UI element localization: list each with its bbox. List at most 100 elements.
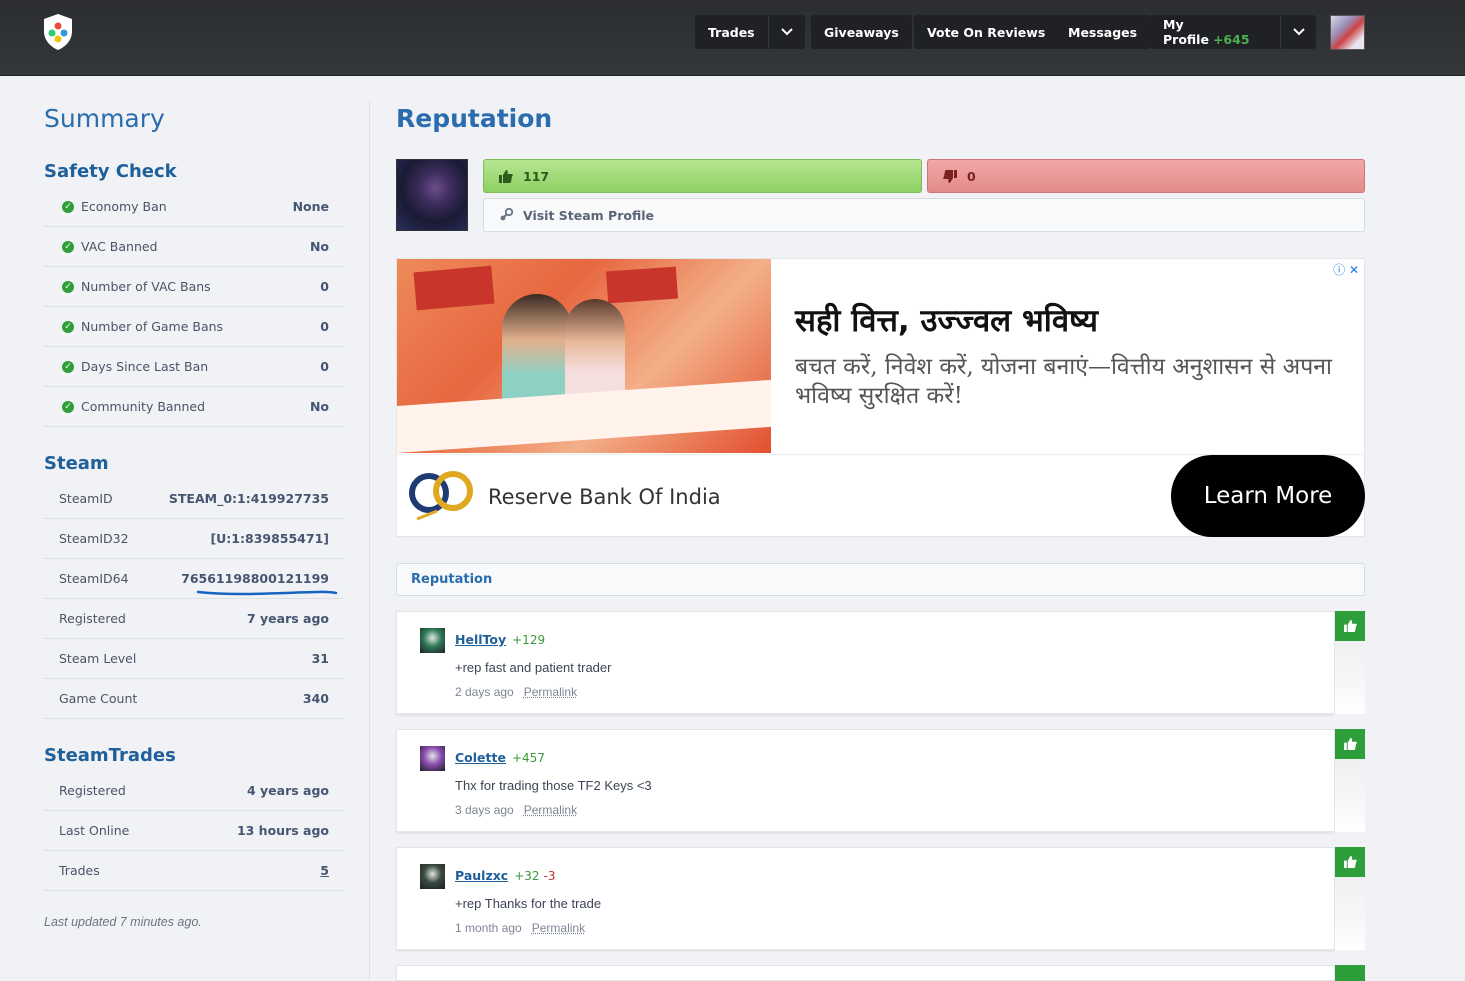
check-circle-icon: ✓ (62, 320, 74, 333)
info-row-value: 13 hours ago (236, 823, 329, 838)
negative-count: 0 (967, 168, 976, 184)
row-label-text: Game Count (59, 691, 138, 706)
permalink-link[interactable]: Permalink (524, 803, 577, 817)
review-text: +rep fast and patient trader (455, 660, 612, 675)
ad-image[interactable] (397, 259, 771, 453)
info-row-label: Steam Level (44, 651, 312, 666)
positive-reputation-bar[interactable]: 117 (483, 159, 922, 193)
reputation-list-header: Reputation (396, 563, 1365, 596)
info-row-value: 4 years ago (246, 783, 329, 798)
ad-info-close-icon[interactable]: ⓘ ✕ (1333, 261, 1359, 278)
info-row: Last Online 13 hours ago (44, 811, 344, 851)
review-card: Paulzxc +32 -3 +rep Thanks for the trade 1 m… (396, 847, 1335, 950)
thumbs-up-icon (1343, 738, 1357, 750)
review-card (396, 965, 1335, 981)
nav-giveaways[interactable]: Giveaways (811, 15, 912, 49)
visit-steam-profile-button[interactable]: Visit Steam Profile (483, 198, 1365, 232)
row-label-text: Trades (59, 863, 100, 878)
review-card: Colette +457 Thx for trading those TF2 Key… (396, 729, 1335, 832)
info-row-label: ✓ Community Banned (44, 399, 310, 414)
chevron-down-icon[interactable] (1280, 15, 1316, 49)
steam-heading: Steam (44, 453, 109, 474)
reviewer-name[interactable]: Colette (455, 750, 506, 765)
permalink-link[interactable]: Permalink (524, 685, 577, 699)
info-row-label: ✓ VAC Banned (44, 239, 310, 254)
negative-reputation-bar[interactable]: 0 (927, 159, 1365, 193)
row-label-text: SteamID64 (59, 571, 129, 586)
nav-messages-label: Messages (1068, 24, 1138, 40)
reviewer-line: Paulzxc +32 -3 (455, 868, 556, 883)
user-avatar[interactable] (1330, 15, 1365, 50)
info-row: SteamID STEAM_0:1:419927735 (44, 479, 344, 519)
vote-badge-tail (1335, 641, 1365, 714)
nav-my-profile[interactable]: My Profile +645 (1150, 15, 1316, 49)
row-label-text: SteamID (59, 491, 113, 506)
info-row-value: 76561198800121199 (181, 571, 329, 586)
check-circle-icon: ✓ (62, 200, 74, 213)
review-text: +rep Thanks for the trade (455, 896, 602, 911)
advertisement[interactable]: ⓘ ✕ सही वित्त, उज्ज्वल भविष्य बचत करें, … (396, 258, 1366, 537)
review-date: 3 days ago (455, 803, 514, 817)
row-label-text: Last Online (59, 823, 130, 838)
info-row-value: 0 (320, 279, 329, 294)
info-row-label: SteamID (44, 491, 169, 506)
info-row-label: ✓ Number of Game Bans (44, 319, 320, 334)
positive-count: 117 (523, 168, 550, 184)
info-row-value: STEAM_0:1:419927735 (168, 491, 329, 506)
info-row-label: ✓ Number of VAC Bans (44, 279, 320, 294)
permalink-link[interactable]: Permalink (532, 921, 585, 935)
positive-vote-badge (1335, 729, 1365, 759)
ad-headline[interactable]: सही वित्त, उज्ज्वल भविष्य (795, 299, 1098, 341)
reviewer-name[interactable]: HellToy (455, 632, 506, 647)
learn-more-button[interactable]: Learn More (1171, 455, 1365, 537)
review-meta: 2 days ago Permalink (455, 685, 577, 699)
info-row-label: Trades (44, 863, 320, 878)
row-label-text: Economy Ban (81, 199, 167, 214)
reviewer-negative: -3 (543, 869, 556, 883)
reviewer-avatar[interactable] (420, 864, 445, 889)
row-label-text: Registered (59, 611, 126, 626)
review-meta: 1 month ago Permalink (455, 921, 585, 935)
info-row-label: ✓ Days Since Last Ban (44, 359, 320, 374)
column-divider (369, 100, 370, 981)
nav-trades[interactable]: Trades (695, 15, 805, 49)
info-row-value: 31 (311, 651, 329, 666)
info-row: ✓ Community Banned No (44, 387, 344, 427)
positive-vote-badge (1335, 611, 1365, 641)
review-card: HellToy +129 +rep fast and patient trader 2… (396, 611, 1335, 714)
info-row-label: ✓ Economy Ban (44, 199, 293, 214)
info-row-label: Registered (44, 611, 247, 626)
positive-vote-badge (1335, 847, 1365, 877)
check-circle-icon: ✓ (62, 280, 74, 293)
check-circle-icon: ✓ (62, 240, 74, 253)
thumbs-up-icon (1343, 620, 1357, 632)
info-row-value: 340 (302, 691, 329, 706)
row-label-text: VAC Banned (81, 239, 158, 254)
top-header: Trades Giveaways Vote On Reviews Message… (0, 0, 1465, 76)
info-row: Steam Level 31 (44, 639, 344, 679)
info-row: ✓ Economy Ban None (44, 187, 344, 227)
thumbs-up-icon (499, 169, 513, 183)
ad-brand[interactable]: Reserve Bank Of India (488, 485, 721, 509)
nav-messages[interactable]: Messages (1055, 15, 1151, 49)
chevron-down-icon[interactable] (767, 15, 805, 49)
info-row-value: No (309, 239, 329, 254)
reviewer-avatar[interactable] (420, 746, 445, 771)
info-row: Trades 5 (44, 851, 344, 891)
vote-badge-tail (1335, 877, 1365, 950)
thumbs-up-icon (1343, 856, 1357, 868)
reviewer-positive: +457 (511, 751, 545, 765)
info-row-label: SteamID64 (44, 571, 181, 586)
ad-body: बचत करें, निवेश करें, योजना बनाएं—वित्ती… (795, 354, 1332, 409)
trades-count-link[interactable]: 5 (320, 863, 344, 878)
nav-my-profile-label: My Profile +645 (1163, 17, 1250, 47)
nav-vote-on-reviews[interactable]: Vote On Reviews (914, 15, 1059, 49)
info-row: ✓ Days Since Last Ban 0 (44, 347, 344, 387)
highlight-scribble (196, 590, 338, 596)
check-circle-icon: ✓ (62, 400, 74, 413)
steamtrades-logo-icon[interactable] (43, 13, 73, 51)
review-text: Thx for trading those TF2 Keys <3 (455, 778, 652, 793)
reviewer-avatar[interactable] (420, 628, 445, 653)
nav-vote-label: Vote On Reviews (927, 24, 1046, 40)
reviewer-name[interactable]: Paulzxc (455, 868, 508, 883)
